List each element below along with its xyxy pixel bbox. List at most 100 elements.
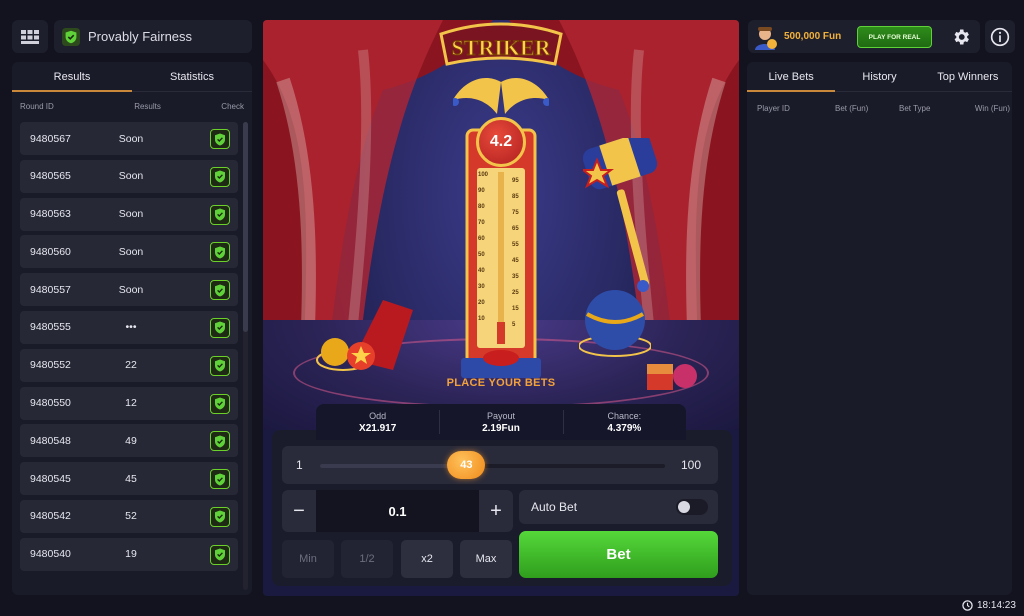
hammer-icon xyxy=(583,138,658,292)
shield-check-icon xyxy=(215,321,225,334)
scale-tick-label: 55 xyxy=(512,242,519,248)
round-row: 9480557 Soon xyxy=(20,273,238,307)
verify-round-button[interactable] xyxy=(210,355,230,376)
round-row: 9480550 12 xyxy=(20,386,238,420)
verify-round-button[interactable] xyxy=(210,317,230,338)
play-for-real-button[interactable]: PLAY FOR REAL xyxy=(857,26,932,48)
menu-button[interactable] xyxy=(12,20,48,53)
results-scrollbar[interactable] xyxy=(243,122,248,590)
shield-check-icon xyxy=(215,359,225,372)
verify-round-button[interactable] xyxy=(210,393,230,414)
col-bet: Bet (Fun) xyxy=(835,104,869,113)
slider-min-label: 1 xyxy=(296,458,303,472)
scale-tick-label: 80 xyxy=(478,204,485,210)
verify-round-button[interactable] xyxy=(210,544,230,565)
col-player-id: Player ID xyxy=(757,104,790,113)
scale-tick-label: 75 xyxy=(512,210,519,216)
strength-scale: 100 90 80 70 60 50 40 30 20 10 95 85 75 65 55 45 35 25 15 5 xyxy=(472,172,528,332)
round-result: 19 xyxy=(125,548,137,561)
payout-label: Payout xyxy=(486,410,515,421)
clock-icon xyxy=(962,600,973,611)
scale-tick-label: 100 xyxy=(478,172,489,178)
round-id: 9480557 xyxy=(30,283,71,296)
auto-bet-row: Auto Bet xyxy=(519,490,718,524)
game-status-text: PLACE YOUR BETS xyxy=(446,377,556,389)
scale-tick-label: 65 xyxy=(512,226,519,232)
gear-icon xyxy=(954,29,969,44)
shield-check-icon xyxy=(215,284,225,297)
round-row: 9480548 49 xyxy=(20,424,238,458)
round-result: 52 xyxy=(125,510,137,523)
round-result: Soon xyxy=(118,283,144,296)
round-result: 12 xyxy=(125,397,137,410)
clock: 18:14:23 xyxy=(962,600,1016,611)
min-bet-button[interactable]: Min xyxy=(282,540,334,578)
half-bet-button[interactable]: 1/2 xyxy=(341,540,393,578)
bet-button[interactable]: Bet xyxy=(519,531,718,578)
auto-bet-label: Auto Bet xyxy=(531,500,578,514)
round-result: Soon xyxy=(118,170,144,183)
verify-round-button[interactable] xyxy=(210,431,230,452)
shield-check-icon xyxy=(215,170,225,183)
shield-check-icon xyxy=(215,548,225,561)
shield-check-icon xyxy=(215,246,225,259)
round-row: 9480560 Soon xyxy=(20,235,238,269)
tab-history[interactable]: History xyxy=(835,62,923,91)
scale-tick-label: 5 xyxy=(512,322,516,328)
round-result: Soon xyxy=(118,208,144,221)
round-id: 9480545 xyxy=(30,472,71,485)
col-round-id: Round ID xyxy=(20,102,54,111)
scale-tick-label: 25 xyxy=(512,290,519,296)
game-title: STRIKER xyxy=(451,35,551,60)
round-row: 9480545 45 xyxy=(20,462,238,496)
decrease-amount-button[interactable]: − xyxy=(282,490,316,532)
verify-round-button[interactable] xyxy=(210,129,230,149)
double-bet-button[interactable]: x2 xyxy=(401,540,453,578)
round-id: 9480540 xyxy=(30,548,71,561)
auto-bet-toggle[interactable] xyxy=(676,499,708,515)
scroll-thumb[interactable] xyxy=(243,122,248,332)
info-button[interactable] xyxy=(985,20,1015,53)
scale-tick-label: 85 xyxy=(512,194,519,200)
round-row: 9480555 ••• xyxy=(20,310,238,344)
info-icon xyxy=(990,27,1010,46)
verify-round-button[interactable] xyxy=(210,204,230,225)
round-row: 9480563 Soon xyxy=(20,197,238,231)
scale-tick-label: 95 xyxy=(512,178,519,184)
verify-round-button[interactable] xyxy=(210,166,230,187)
bet-amount-input[interactable]: 0.1 xyxy=(316,490,479,532)
tab-top-winners[interactable]: Top Winners xyxy=(924,62,1012,91)
shield-check-icon xyxy=(215,133,225,145)
scale-tick-label: 15 xyxy=(512,306,519,312)
bets-panel: Live Bets History Top Winners Player ID … xyxy=(747,62,1012,595)
verify-round-button[interactable] xyxy=(210,242,230,263)
verify-round-button[interactable] xyxy=(210,469,230,490)
target-slider-track[interactable] xyxy=(320,464,665,468)
settings-button[interactable] xyxy=(946,20,976,53)
round-result: 22 xyxy=(125,359,137,372)
round-id: 9480567 xyxy=(30,132,71,145)
col-win: Win (Fun) xyxy=(974,104,1010,113)
verify-round-button[interactable] xyxy=(210,506,230,527)
chance-value: 4.379% xyxy=(607,422,642,434)
round-row: 9480540 19 xyxy=(20,537,238,571)
ball-icon xyxy=(579,290,651,357)
tab-live-bets[interactable]: Live Bets xyxy=(747,62,836,92)
round-result: Soon xyxy=(118,132,144,145)
shield-check-icon xyxy=(215,397,225,410)
results-column-headers: Round ID Results Check xyxy=(12,92,252,118)
round-id: 9480563 xyxy=(30,208,71,221)
avatar[interactable] xyxy=(752,24,778,50)
tab-statistics[interactable]: Statistics xyxy=(132,62,252,91)
verify-round-button[interactable] xyxy=(210,280,230,301)
tab-results[interactable]: Results xyxy=(12,62,132,92)
scale-tick-label: 60 xyxy=(478,236,485,242)
round-id: 9480548 xyxy=(30,434,71,447)
provably-fair-button[interactable]: Provably Fairness xyxy=(54,20,252,53)
target-slider-knob[interactable]: 43 xyxy=(447,451,486,479)
chance-label: Chance: xyxy=(607,410,642,421)
scale-tick-label: 30 xyxy=(478,284,485,290)
increase-amount-button[interactable]: + xyxy=(479,490,513,532)
max-bet-button[interactable]: Max xyxy=(460,540,512,578)
round-id: 9480550 xyxy=(30,397,71,410)
